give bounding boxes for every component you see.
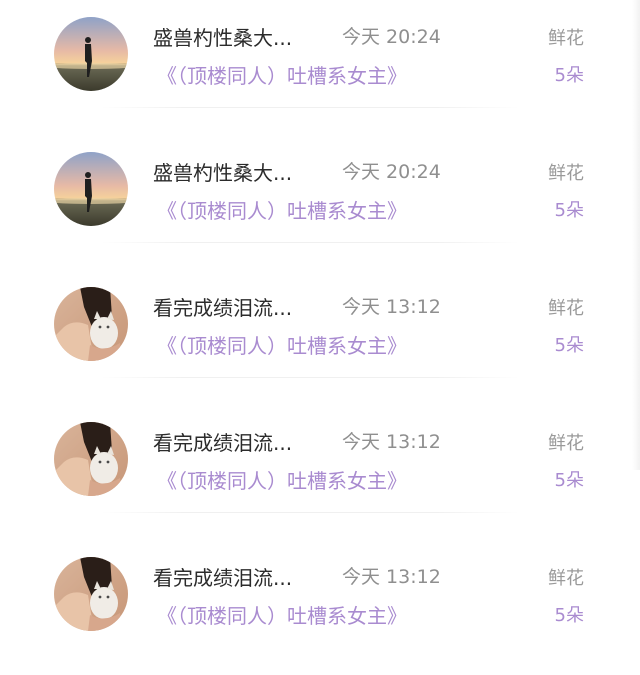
girl-with-cat-icon[interactable] — [54, 557, 128, 631]
scrollbar[interactable] — [632, 0, 640, 470]
timestamp: 今天 20:24 — [342, 26, 441, 48]
book-title-link[interactable]: 《（顶楼同人）吐槽系女主》 — [157, 195, 407, 224]
girl-with-cat-icon[interactable] — [54, 287, 128, 361]
gift-type-label: 鲜花 — [548, 433, 584, 454]
book-title-link[interactable]: 《（顶楼同人）吐槽系女主》 — [157, 330, 407, 359]
girl-with-cat-icon[interactable] — [54, 422, 128, 496]
book-title-link[interactable]: 《（顶楼同人）吐槽系女主》 — [157, 600, 407, 629]
list-item[interactable]: 看完成绩泪流... 今天 13:12 《（顶楼同人）吐槽系女主》 鲜花 5朵 — [0, 270, 640, 405]
user-name[interactable]: 盛兽杓性桑大... — [153, 22, 292, 51]
gift-count: 5朵 — [554, 605, 584, 626]
gift-count: 5朵 — [554, 200, 584, 221]
row-divider — [100, 512, 520, 513]
list-item[interactable]: 看完成绩泪流... 今天 13:12 《（顶楼同人）吐槽系女主》 鲜花 5朵 — [0, 540, 640, 675]
timestamp: 今天 20:24 — [342, 161, 441, 183]
user-name[interactable]: 看完成绩泪流... — [153, 427, 292, 456]
timestamp: 今天 13:12 — [342, 296, 441, 318]
silhouette-sunset-icon[interactable] — [54, 17, 128, 91]
row-divider — [100, 107, 520, 108]
gift-type-label: 鲜花 — [548, 163, 584, 184]
user-name[interactable]: 盛兽杓性桑大... — [153, 157, 292, 186]
list-item[interactable]: 盛兽杓性桑大... 今天 20:24 《（顶楼同人）吐槽系女主》 鲜花 5朵 — [0, 0, 640, 135]
list-item[interactable]: 看完成绩泪流... 今天 13:12 《（顶楼同人）吐槽系女主》 鲜花 5朵 — [0, 405, 640, 540]
user-name[interactable]: 看完成绩泪流... — [153, 562, 292, 591]
gift-type-label: 鲜花 — [548, 568, 584, 589]
timestamp: 今天 13:12 — [342, 566, 441, 588]
gift-type-label: 鲜花 — [548, 28, 584, 49]
gift-count: 5朵 — [554, 65, 584, 86]
gift-type-label: 鲜花 — [548, 298, 584, 319]
row-divider — [100, 377, 520, 378]
book-title-link[interactable]: 《（顶楼同人）吐槽系女主》 — [157, 465, 407, 494]
gift-count: 5朵 — [554, 470, 584, 491]
user-name[interactable]: 看完成绩泪流... — [153, 292, 292, 321]
row-divider — [100, 242, 520, 243]
timestamp: 今天 13:12 — [342, 431, 441, 453]
book-title-link[interactable]: 《（顶楼同人）吐槽系女主》 — [157, 60, 407, 89]
silhouette-sunset-icon[interactable] — [54, 152, 128, 226]
flower-gift-list: 盛兽杓性桑大... 今天 20:24 《（顶楼同人）吐槽系女主》 鲜花 5朵 盛… — [0, 0, 640, 649]
list-item[interactable]: 盛兽杓性桑大... 今天 20:24 《（顶楼同人）吐槽系女主》 鲜花 5朵 — [0, 135, 640, 270]
gift-count: 5朵 — [554, 335, 584, 356]
